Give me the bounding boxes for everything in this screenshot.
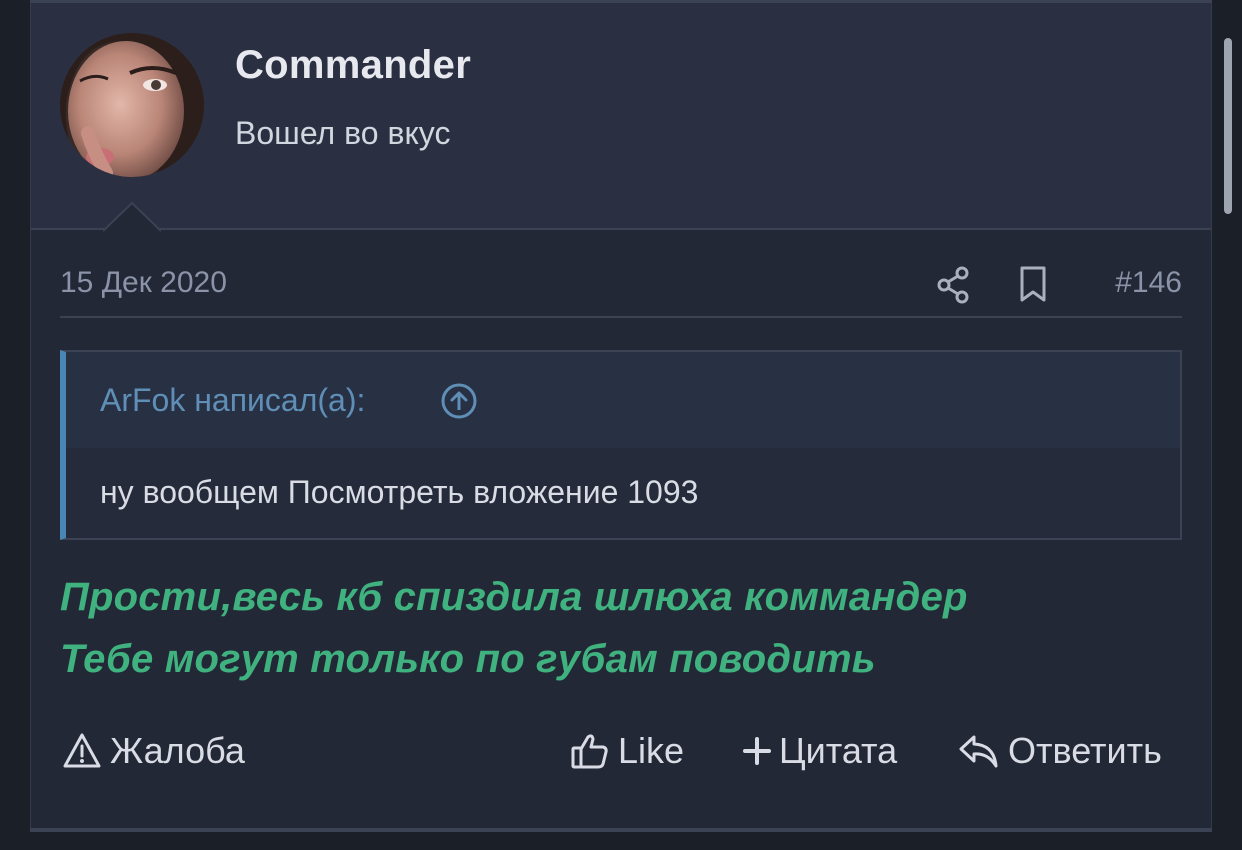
message-line: Тебе могут только по губам поводить: [60, 637, 876, 681]
report-button[interactable]: Жалоба: [62, 730, 245, 772]
avatar[interactable]: [60, 33, 204, 177]
reply-label: Ответить: [1008, 730, 1162, 771]
arrow-up-circle-icon[interactable]: [440, 382, 478, 420]
quote-author[interactable]: ArFok написал(а):: [100, 382, 365, 419]
quote-label: Цитата: [779, 730, 898, 771]
post-user-header: Commander Вошел во вкус: [31, 3, 1211, 230]
post-number-link[interactable]: #146: [1115, 266, 1182, 300]
report-label: Жалоба: [110, 730, 245, 771]
quote-text: ну вообщем Посмотреть вложение 1093: [100, 474, 699, 510]
post-actions-bar: Жалоба Like Цитата Ответить: [60, 730, 1182, 790]
thumbs-up-icon: [571, 734, 608, 769]
quote-header: ArFok написал(а):: [66, 352, 1180, 448]
reply-arrow-icon: [959, 735, 998, 768]
username[interactable]: Commander: [235, 43, 471, 88]
warning-triangle-icon: [63, 733, 101, 768]
user-title: Вошел во вкус: [235, 115, 451, 151]
post-meta-row: 15 Дек 2020 #146: [60, 262, 1182, 318]
plus-icon: [743, 737, 771, 765]
blockquote: ArFok написал(а): ну вообщем Посмотреть …: [60, 350, 1182, 540]
scrollbar-thumb[interactable]: [1224, 38, 1232, 214]
share-icon[interactable]: [936, 264, 972, 304]
like-button[interactable]: Like: [570, 730, 684, 772]
post-date[interactable]: 15 Дек 2020: [60, 266, 227, 300]
reply-button[interactable]: Ответить: [958, 730, 1162, 772]
bottom-divider: [30, 828, 1212, 832]
post-message: Прости,весь кб спиздила шлюха коммандер …: [60, 566, 1182, 690]
like-label: Like: [618, 730, 685, 771]
quote-button[interactable]: Цитата: [743, 730, 897, 772]
message-line: Прости,весь кб спиздила шлюха коммандер: [60, 575, 968, 619]
bookmark-icon[interactable]: [1018, 264, 1050, 304]
